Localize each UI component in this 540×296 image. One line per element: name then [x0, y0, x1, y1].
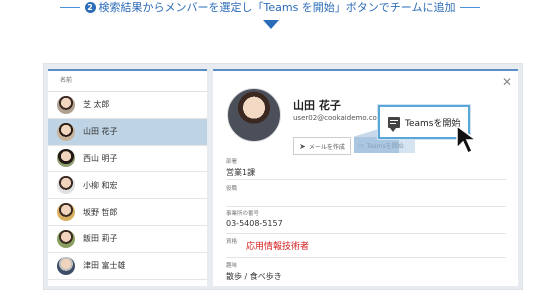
profile-name: 山田 花子	[293, 99, 341, 112]
avatar	[57, 149, 75, 168]
list-item-name: 芝 太郎	[83, 100, 110, 110]
avatar	[57, 122, 75, 141]
step-number-badge: 2	[84, 1, 96, 13]
step-title-text: 検索結果からメンバーを選定し「Teams を開始」ボタンでチームに追加	[98, 1, 456, 14]
avatar	[57, 95, 75, 114]
field-hobby: 趣味 散歩 / 食べ歩き	[226, 261, 506, 283]
list-item-name: 飯田 莉子	[83, 234, 118, 244]
close-icon[interactable]: ✕	[502, 75, 512, 89]
profile-email: user02@cookaidemo.co...	[293, 114, 384, 122]
list-item-name: 津田 富士雄	[83, 261, 126, 271]
field-value: 散歩 / 食べ歩き	[226, 272, 282, 281]
field-label: 役職	[226, 186, 238, 192]
field-department: 部署 営業1課	[226, 157, 506, 180]
chat-icon	[388, 116, 400, 132]
list-item-name: 山田 花子	[83, 127, 118, 137]
send-icon: ➤	[299, 141, 306, 151]
field-qualification: 資格 応用情報技術者	[226, 237, 506, 258]
list-item-name: 小柳 和宏	[83, 180, 118, 190]
app-window: 名前 芝 太郎 山田 花子 西山 明子 小柳 和宏 坂野 哲郎 飯田 莉子 津田…	[43, 63, 523, 290]
field-title: 役職	[226, 184, 506, 207]
field-label: 趣味	[226, 263, 238, 269]
header-rule-right	[460, 7, 480, 8]
field-value: 応用情報技術者	[246, 242, 310, 252]
step-title: 2 検索結果からメンバーを選定し「Teams を開始」ボタンでチームに追加	[78, 0, 462, 15]
list-item[interactable]: 津田 富士雄	[48, 253, 207, 280]
list-item-selected[interactable]: 山田 花子	[48, 118, 207, 146]
list-item-name: 西山 明子	[83, 153, 118, 163]
list-item[interactable]: 芝 太郎	[48, 92, 207, 119]
field-value: 03-5408-5157	[226, 219, 283, 228]
field-office-phone: 事業所の番号 03-5408-5157	[226, 209, 506, 234]
down-arrow-icon	[263, 20, 279, 29]
header-rule-left	[60, 7, 80, 8]
member-list: 名前 芝 太郎 山田 花子 西山 明子 小柳 和宏 坂野 哲郎 飯田 莉子 津田…	[48, 69, 207, 286]
compose-mail-label: メールを作成	[308, 143, 345, 151]
list-item-name: 坂野 哲郎	[83, 207, 118, 217]
chat-icon: ▭	[358, 141, 364, 149]
list-column-header: 名前	[48, 71, 207, 92]
avatar	[57, 256, 75, 275]
avatar	[57, 229, 75, 248]
field-value: 営業1課	[226, 168, 256, 177]
mouse-cursor-icon	[456, 124, 479, 155]
start-teams-label: Teamsを開始	[366, 142, 404, 150]
list-item[interactable]: 坂野 哲郎	[48, 199, 207, 226]
field-label: 事業所の番号	[226, 211, 260, 217]
list-item[interactable]: 西山 明子	[48, 146, 207, 173]
start-teams-callout-label: Teamsを開始	[405, 118, 461, 129]
start-teams-button[interactable]: ▭ Teamsを開始	[354, 137, 415, 153]
avatar	[57, 203, 75, 222]
field-label: 部署	[226, 159, 238, 165]
step-header: 2 検索結果からメンバーを選定し「Teams を開始」ボタンでチームに追加	[0, 0, 540, 15]
avatar	[57, 176, 75, 195]
profile-detail-panel: ✕ 山田 花子 user02@cookaidemo.co... ➤ メールを作成…	[213, 69, 518, 286]
list-item[interactable]: 小柳 和宏	[48, 172, 207, 200]
profile-photo	[227, 88, 281, 142]
list-item[interactable]: 飯田 莉子	[48, 226, 207, 253]
compose-mail-button[interactable]: ➤ メールを作成	[293, 137, 351, 155]
